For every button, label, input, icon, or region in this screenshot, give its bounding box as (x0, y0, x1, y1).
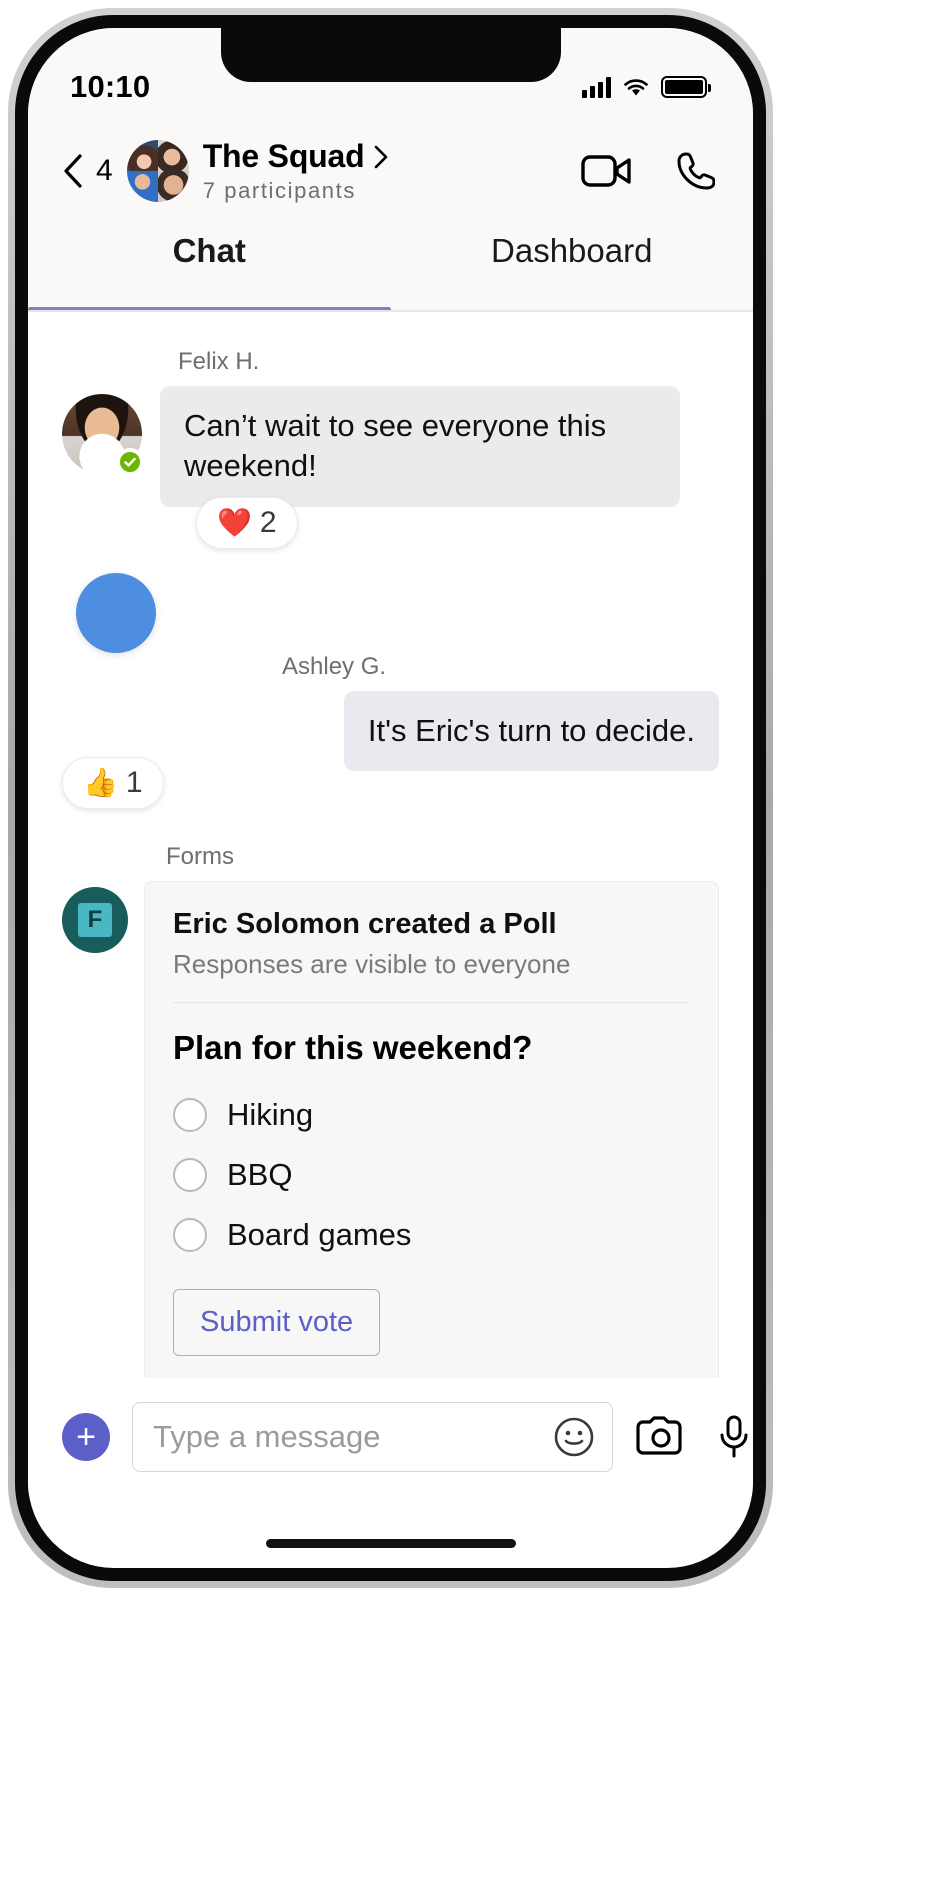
chat-header: 4 The Squad 7 participants (28, 120, 753, 216)
poll-creator: Eric Solomon created a Poll (173, 907, 557, 940)
message-input[interactable] (153, 1419, 552, 1455)
poll-question: Plan for this weekend? (173, 1028, 533, 1066)
message-list[interactable]: Felix H. Can’t wait to see everyone this… (28, 312, 753, 1418)
app-source-label: Forms (166, 842, 234, 870)
battery-icon (661, 76, 711, 98)
microphone-icon (720, 1415, 748, 1458)
phone-screen: 10:10 4 The Squad 7 participants Chat Da… (28, 28, 753, 1568)
message-sender: Felix H. (178, 348, 260, 375)
submit-vote-button[interactable]: Submit vote (173, 1288, 381, 1356)
poll-card-row: F Eric Solomon created a Poll Responses … (62, 880, 719, 1389)
avatar[interactable] (62, 394, 144, 476)
forms-icon-letter: F (78, 902, 112, 937)
thumbs-up-reaction[interactable]: 👍 1 (62, 756, 164, 809)
typing-indicator-bubble (76, 572, 156, 653)
poll-option-bbq[interactable]: BBQ (173, 1145, 690, 1205)
poll-option-label: BBQ (227, 1156, 293, 1192)
status-time: 10:10 (70, 69, 151, 104)
chat-tabs: Chat Dashboard (28, 216, 753, 312)
microphone-button[interactable] (717, 1414, 751, 1460)
add-attachment-button[interactable]: + (62, 1413, 110, 1461)
tab-chat-label: Chat (172, 232, 246, 269)
poll-option-board-games[interactable]: Board games (173, 1205, 690, 1265)
poll-visibility: Responses are visible to everyone (173, 949, 690, 1003)
message-bubble[interactable]: It's Eric's turn to decide. (343, 690, 719, 771)
radio-button-icon[interactable] (173, 1157, 207, 1192)
plus-icon: + (76, 1418, 96, 1456)
tab-dashboard[interactable]: Dashboard (391, 216, 754, 312)
phone-frame: 10:10 4 The Squad 7 participants Chat Da… (8, 8, 773, 1588)
message-composer: + (28, 1378, 753, 1496)
wifi-icon (624, 79, 648, 96)
poll-option-label: Hiking (227, 1096, 314, 1132)
message-bubble[interactable]: Can’t wait to see everyone this weekend! (160, 386, 680, 507)
chat-title-block[interactable]: The Squad 7 participants (203, 138, 389, 204)
message-input-wrapper[interactable] (132, 1402, 613, 1472)
radio-button-icon[interactable] (173, 1097, 207, 1132)
screenshot-root: 10:10 4 The Squad 7 participants Chat Da… (0, 0, 939, 1899)
heart-reaction[interactable]: ❤️ 2 (196, 496, 298, 549)
poll-option-hiking[interactable]: Hiking (173, 1085, 690, 1145)
camera-icon (636, 1416, 682, 1455)
chevron-right-icon (375, 145, 388, 168)
composer-actions (635, 1414, 751, 1460)
reaction-count: 2 (259, 505, 277, 539)
home-indicator (265, 1539, 516, 1548)
phone-notch (220, 28, 561, 82)
poll-card[interactable]: Eric Solomon created a Poll Responses ar… (144, 880, 719, 1389)
camera-button[interactable] (635, 1416, 687, 1458)
tab-chat[interactable]: Chat (28, 216, 391, 312)
status-indicators (582, 76, 711, 98)
unread-count: 4 (96, 154, 113, 187)
poll-option-label: Board games (227, 1216, 412, 1252)
back-button[interactable]: 4 (62, 153, 113, 189)
reaction-count: 1 (125, 765, 143, 799)
message-sender: Ashley G. (282, 652, 387, 680)
chevron-left-icon (64, 154, 82, 188)
tab-dashboard-label: Dashboard (491, 232, 653, 269)
page-title: The Squad (202, 138, 365, 174)
presence-available-icon (116, 448, 144, 476)
heart-icon: ❤️ (217, 506, 252, 538)
microsoft-forms-icon: F (62, 886, 128, 953)
header-actions (581, 151, 715, 191)
radio-button-icon[interactable] (173, 1217, 207, 1252)
group-avatar[interactable] (126, 140, 189, 202)
thumbs-up-icon: 👍 (83, 766, 118, 798)
cellular-signal-icon (582, 76, 611, 98)
emoji-smiley-icon[interactable] (552, 1415, 596, 1459)
participants-count: 7 participants (202, 178, 356, 203)
phone-call-icon[interactable] (677, 151, 715, 191)
video-call-icon[interactable] (581, 152, 633, 190)
phone-body: 10:10 4 The Squad 7 participants Chat Da… (15, 15, 766, 1581)
message-row: Can’t wait to see everyone this weekend! (62, 386, 719, 507)
